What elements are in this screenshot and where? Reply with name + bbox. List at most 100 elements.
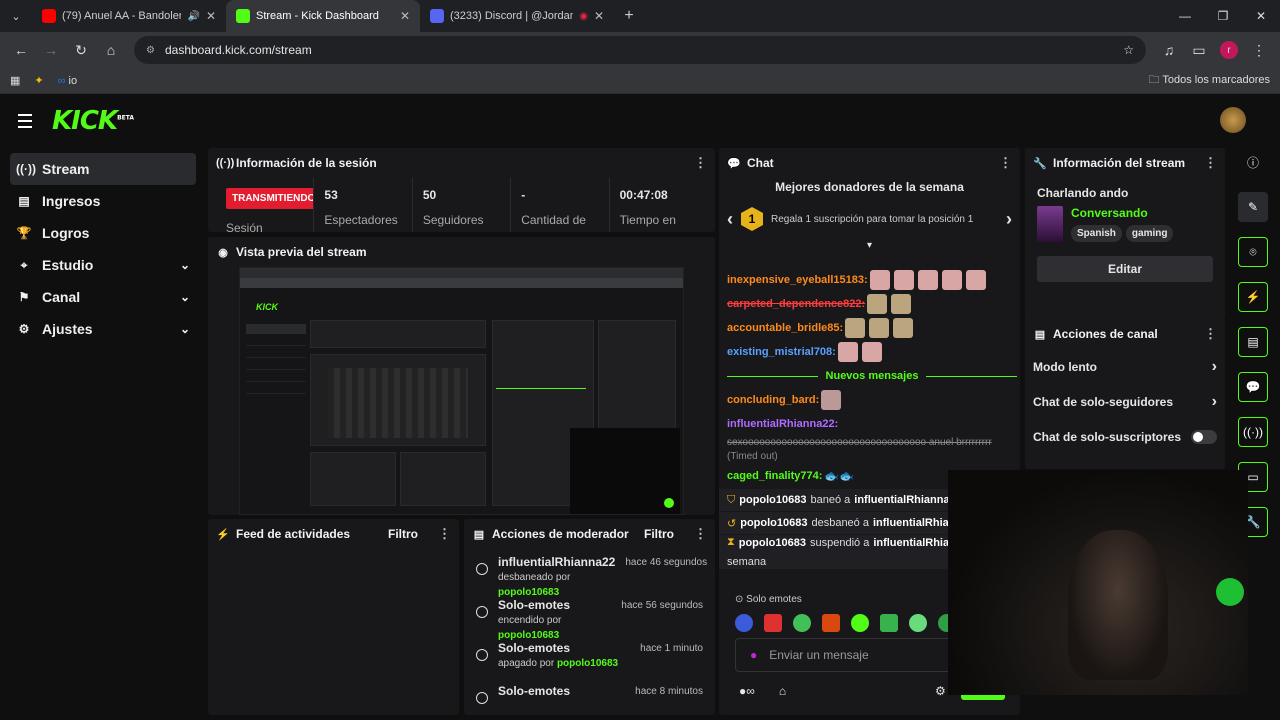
stream-title: Charlando ando xyxy=(1037,186,1129,200)
document-icon[interactable]: ▤ xyxy=(1238,327,1268,357)
chat-settings-icon[interactable]: ⚙ xyxy=(935,684,946,698)
close-tab-icon[interactable]: ✕ xyxy=(594,9,604,23)
more-icon[interactable]: ⋮ xyxy=(999,155,1012,171)
site-info-icon[interactable]: ⚙ xyxy=(146,45,155,56)
info-icon[interactable]: ⓘ xyxy=(1238,147,1268,177)
panel-title: Información de la sesión xyxy=(236,156,377,170)
forward-icon[interactable]: → xyxy=(38,37,64,63)
stream-preview[interactable]: KICK xyxy=(239,267,684,515)
camera-icon[interactable]: ⌾ xyxy=(1238,237,1268,267)
sidebar-nav: ((·)) Stream ▤ Ingresos 🏆 Logros ⌖ Estudio ⌄ … xyxy=(10,153,196,345)
edit-button[interactable]: Editar xyxy=(1037,256,1213,282)
panel-title: Feed de actividades xyxy=(236,527,351,541)
url-field[interactable]: ⚙ dashboard.kick.com/stream ☆ xyxy=(134,36,1146,64)
sidebar-item-stream[interactable]: ((·)) Stream xyxy=(10,153,196,185)
sidebar-item-estudio[interactable]: ⌖ Estudio ⌄ xyxy=(10,249,196,281)
media-icon[interactable]: ♫ xyxy=(1156,37,1182,63)
tab-title: Stream - Kick Dashboard xyxy=(256,10,379,22)
chevron-down-icon: ⌄ xyxy=(179,322,190,336)
minimize-icon[interactable]: — xyxy=(1166,0,1204,32)
tag[interactable]: gaming xyxy=(1125,225,1174,242)
emote-tray xyxy=(735,614,958,632)
back-icon[interactable]: ← xyxy=(8,37,34,63)
chevron-right-icon: › xyxy=(1211,357,1217,375)
menu-hamburger-icon[interactable] xyxy=(18,114,44,128)
chat-bubble-icon[interactable]: 💬 xyxy=(1238,372,1268,402)
more-icon[interactable]: ⋮ xyxy=(1204,155,1217,171)
emote-icon xyxy=(476,692,488,704)
broadcast-icon[interactable]: ((·)) xyxy=(1238,417,1268,447)
home-icon[interactable]: ⌂ xyxy=(98,37,124,63)
sidebar-item-ajustes[interactable]: ⚙ Ajustes ⌄ xyxy=(10,313,196,345)
google-photos-icon[interactable]: ✦ xyxy=(34,74,43,87)
stream-preview-image: KICK xyxy=(240,268,683,514)
browser-tab-kick[interactable]: Stream - Kick Dashboard ✕ xyxy=(226,0,420,32)
sidebar-item-logros[interactable]: 🏆 Logros xyxy=(10,217,196,249)
browser-tab-discord[interactable]: (3233) Discord | @Jordanxd ◉ ✕ xyxy=(420,0,614,32)
close-tab-icon[interactable]: ✕ xyxy=(206,9,216,23)
panel-title: Información del stream xyxy=(1053,156,1186,170)
speaker-icon[interactable]: 🔊 xyxy=(187,11,199,22)
browser-tabbar: ⌄ (79) Anuel AA - Bandolera 🔊 ✕ Stream -… xyxy=(0,0,1280,32)
panel-title: Acciones de canal xyxy=(1053,327,1158,341)
bookmark-star-icon[interactable]: ☆ xyxy=(1123,43,1134,57)
chevron-down-icon: ⌄ xyxy=(179,290,190,304)
mod-actions-panel: ▤ Acciones de moderador Filtro ⋮ influentia… xyxy=(464,519,715,715)
bookmark-io[interactable]: ∞ io xyxy=(58,75,77,87)
activity-feed-panel: ⚡ Feed de actividades Filtro ⋮ xyxy=(208,519,459,715)
more-icon[interactable]: ⋮ xyxy=(694,526,707,542)
address-bar: ← → ↻ ⌂ ⚙ dashboard.kick.com/stream ☆ ♫ … xyxy=(0,32,1280,68)
menu-kebab-icon[interactable]: ⋮ xyxy=(1246,37,1272,63)
close-tab-icon[interactable]: ✕ xyxy=(400,9,410,23)
channel-icon: ⚑ xyxy=(18,290,30,304)
new-messages-divider: Nuevos mensajes xyxy=(727,364,1017,388)
apps-grid-icon[interactable]: ▦ xyxy=(10,74,20,87)
live-badge: TRANSMITIENDO xyxy=(226,188,314,209)
lightning-icon[interactable]: ⚡ xyxy=(1238,282,1268,312)
chat-message: existing_mistrial708: xyxy=(727,340,1017,364)
close-window-icon[interactable]: ✕ xyxy=(1242,0,1280,32)
preview-panel: ◉ Vista previa del stream KICK xyxy=(208,235,715,515)
list-icon: ▤ xyxy=(473,528,485,541)
store-icon[interactable]: ⌂ xyxy=(779,684,786,698)
stat-viewers: 53 Espectadores xyxy=(314,178,413,232)
sidebar-item-canal[interactable]: ⚑ Canal ⌄ xyxy=(10,281,196,313)
tag[interactable]: Spanish xyxy=(1071,225,1122,242)
category-link[interactable]: Conversando xyxy=(1071,206,1173,220)
browser-tab-youtube[interactable]: (79) Anuel AA - Bandolera 🔊 ✕ xyxy=(32,0,226,32)
trophy-icon: 🏆 xyxy=(16,226,32,240)
extensions-icon[interactable]: ▭ xyxy=(1186,37,1212,63)
emote-icon xyxy=(476,606,488,618)
subscribers-only-toggle[interactable] xyxy=(1191,429,1217,444)
top-nav: KICKBETA xyxy=(0,95,1280,147)
more-icon[interactable]: ⋮ xyxy=(1204,326,1217,342)
more-icon[interactable]: ⋮ xyxy=(694,155,707,171)
profile-avatar[interactable]: r xyxy=(1216,37,1242,63)
reload-icon[interactable]: ↻ xyxy=(68,37,94,63)
user-avatar[interactable] xyxy=(1220,107,1246,133)
tab-search-button[interactable]: ⌄ xyxy=(0,0,32,32)
unban-icon: ↺ xyxy=(727,517,737,530)
maximize-icon[interactable]: ❐ xyxy=(1204,0,1242,32)
new-tab-button[interactable]: + xyxy=(614,0,644,32)
pin-icon: ▾ xyxy=(866,240,873,251)
tab-title: (3233) Discord | @Jordanxd xyxy=(450,10,574,22)
chevron-right-icon[interactable]: › xyxy=(1006,209,1012,230)
wrench-icon: 🔧 xyxy=(1033,157,1047,170)
all-bookmarks[interactable]: 🗀 Todos los marcadores xyxy=(1149,71,1270,90)
kick-favicon-icon xyxy=(236,9,250,23)
more-icon[interactable]: ⋮ xyxy=(438,526,451,542)
recording-icon: ◉ xyxy=(579,10,588,22)
pencil-icon[interactable]: ✎ xyxy=(1238,192,1268,222)
mod-action-row: Solo-emotes apagado por popolo10683 hace 1… xyxy=(464,641,715,684)
filter-button[interactable]: Filtro xyxy=(388,527,418,541)
emote-picker-icon[interactable]: ●∞ xyxy=(739,684,755,698)
slow-mode-row[interactable]: Modo lento › xyxy=(1025,349,1225,384)
chevron-left-icon[interactable]: ‹ xyxy=(727,209,733,230)
followers-only-row[interactable]: Chat de solo-seguidores › xyxy=(1025,384,1225,419)
filter-button[interactable]: Filtro xyxy=(644,527,674,541)
kick-logo[interactable]: KICKBETA xyxy=(52,106,134,136)
sidebar-item-ingresos[interactable]: ▤ Ingresos xyxy=(10,185,196,217)
mic-icon[interactable]: ● xyxy=(750,648,757,662)
unban-icon xyxy=(476,563,488,575)
